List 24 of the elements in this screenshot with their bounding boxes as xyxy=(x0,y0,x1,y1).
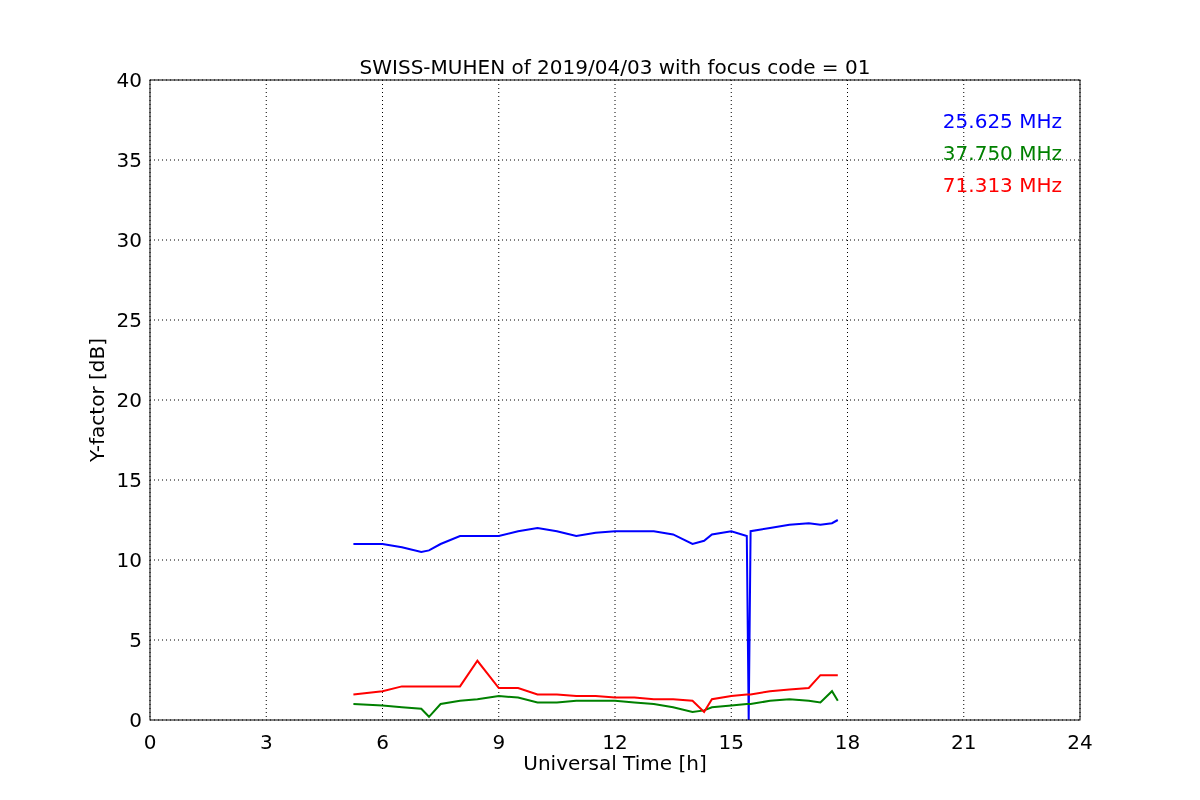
x-tick-label: 15 xyxy=(718,730,744,754)
y-tick-label: 15 xyxy=(116,468,142,492)
x-tick-label: 9 xyxy=(492,730,506,754)
x-tick-label: 21 xyxy=(951,730,977,754)
legend-label: 37.750 MHz xyxy=(942,141,1062,165)
legend-label: 71.313 MHz xyxy=(942,173,1062,197)
y-tick-label: 10 xyxy=(116,548,142,572)
y-tick-label: 35 xyxy=(116,148,142,172)
y-tick-label: 25 xyxy=(116,308,142,332)
x-tick-label: 18 xyxy=(834,730,861,754)
x-tick-label: 12 xyxy=(602,730,628,754)
x-tick-label: 0 xyxy=(143,730,157,754)
legend-label: 25.625 MHz xyxy=(942,109,1062,133)
y-tick-label: 30 xyxy=(116,228,142,252)
chart-title: SWISS-MUHEN of 2019/04/03 with focus code = 01 xyxy=(359,55,871,79)
x-axis-label: Universal Time [h] xyxy=(523,751,707,775)
x-tick-label: 24 xyxy=(1067,730,1093,754)
y-tick-label: 20 xyxy=(116,388,142,412)
y-tick-label: 0 xyxy=(129,708,142,732)
y-tick-label: 5 xyxy=(129,628,142,652)
x-tick-label: 6 xyxy=(376,730,389,754)
y-tick-label: 40 xyxy=(116,68,142,92)
x-tick-label: 3 xyxy=(259,730,273,754)
y-axis-label: Y-factor [dB] xyxy=(85,338,109,462)
